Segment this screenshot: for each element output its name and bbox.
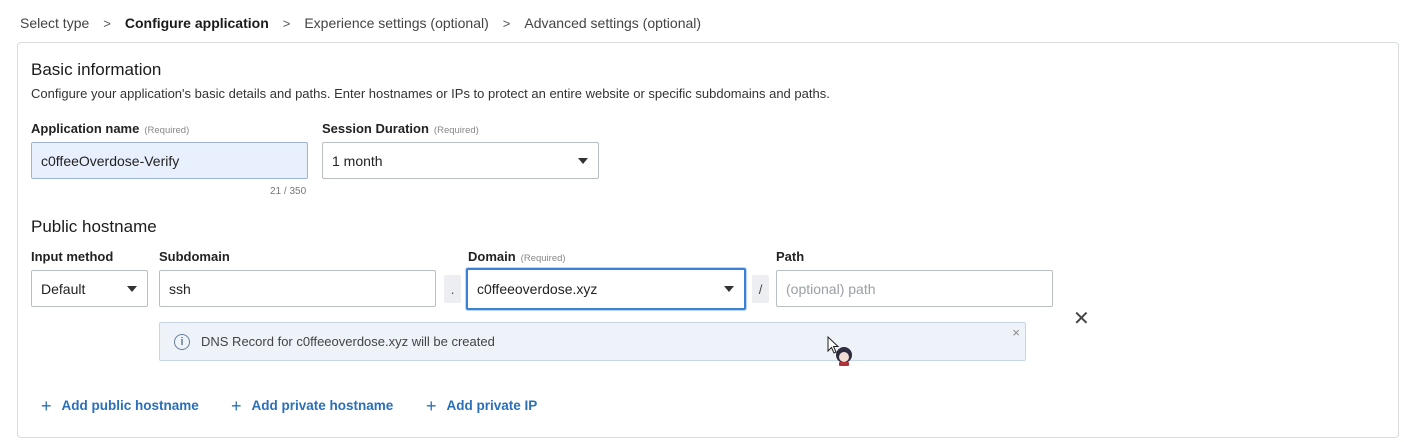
session-duration-value: 1 month [332, 152, 383, 169]
add-private-hostname-label: Add private hostname [251, 398, 394, 413]
basic-information-description: Configure your application's basic detai… [31, 86, 830, 101]
application-name-input[interactable]: c0ffeeOverdose-Verify [31, 142, 308, 179]
subdomain-value: ssh [169, 280, 191, 297]
domain-label-text: Domain [468, 249, 516, 264]
subdomain-input[interactable]: ssh [159, 270, 436, 307]
plus-icon: + [41, 395, 52, 416]
mouse-cursor-icon [827, 336, 852, 366]
session-duration-label-text: Session Duration [322, 121, 429, 136]
add-private-ip-label: Add private IP [446, 398, 538, 413]
session-duration-select[interactable]: 1 month [322, 142, 599, 179]
breadcrumb-experience-settings[interactable]: Experience settings (optional) [304, 15, 488, 31]
path-input[interactable]: (optional) path [776, 270, 1053, 307]
input-method-value: Default [41, 280, 86, 297]
chevron-down-icon [127, 285, 137, 292]
plus-icon: + [231, 395, 242, 416]
add-public-hostname-label: Add public hostname [61, 398, 199, 413]
breadcrumb-advanced-settings[interactable]: Advanced settings (optional) [524, 15, 701, 31]
chevron-down-icon [724, 286, 734, 292]
slash-separator: / [752, 275, 769, 303]
add-private-hostname-button[interactable]: + Add private hostname [231, 395, 394, 416]
subdomain-label: Subdomain [159, 249, 230, 264]
dns-info-message: DNS Record for c0ffeeoverdose.xyz will b… [201, 334, 495, 349]
basic-information-heading: Basic information [31, 60, 162, 79]
chevron-down-icon [578, 157, 588, 164]
public-hostname-heading: Public hostname [31, 217, 157, 236]
add-private-ip-button[interactable]: + Add private IP [426, 395, 538, 416]
session-duration-label: Session Duration (Required) [322, 121, 479, 136]
dns-info-banner: i DNS Record for c0ffeeoverdose.xyz will… [159, 322, 1026, 361]
add-public-hostname-button[interactable]: + Add public hostname [41, 395, 199, 416]
application-name-label: Application name (Required) [31, 121, 189, 136]
remove-hostname-icon[interactable]: ✕ [1073, 309, 1090, 329]
required-hint: (Required) [433, 125, 479, 136]
path-label: Path [776, 249, 805, 264]
character-counter: 21 / 350 [270, 186, 307, 197]
breadcrumb-configure-application: Configure application [124, 15, 269, 31]
info-icon: i [174, 333, 190, 350]
domain-label: Domain (Required) [468, 249, 566, 264]
configuration-card [17, 42, 1399, 438]
breadcrumb: Select type > Configure application > Ex… [20, 14, 701, 32]
application-name-value: c0ffeeOverdose-Verify [41, 152, 180, 169]
breadcrumb-separator: > [502, 15, 511, 31]
breadcrumb-separator: > [282, 15, 291, 31]
input-method-label: Input method [31, 249, 114, 264]
domain-select[interactable]: c0ffeeoverdose.xyz [466, 268, 746, 310]
required-hint: (Required) [144, 125, 190, 136]
required-hint: (Required) [520, 253, 566, 264]
plus-icon: + [426, 395, 437, 416]
breadcrumb-separator: > [103, 15, 111, 31]
application-name-label-text: Application name [31, 121, 140, 136]
input-method-select[interactable]: Default [31, 270, 148, 307]
dot-separator: . [444, 275, 461, 303]
breadcrumb-select-type[interactable]: Select type [20, 15, 89, 31]
dismiss-banner-icon[interactable]: × [1012, 325, 1020, 340]
app-configuration-page: Select type > Configure application > Ex… [0, 0, 1404, 442]
domain-value: c0ffeeoverdose.xyz [477, 281, 598, 297]
path-placeholder: (optional) path [786, 280, 876, 297]
